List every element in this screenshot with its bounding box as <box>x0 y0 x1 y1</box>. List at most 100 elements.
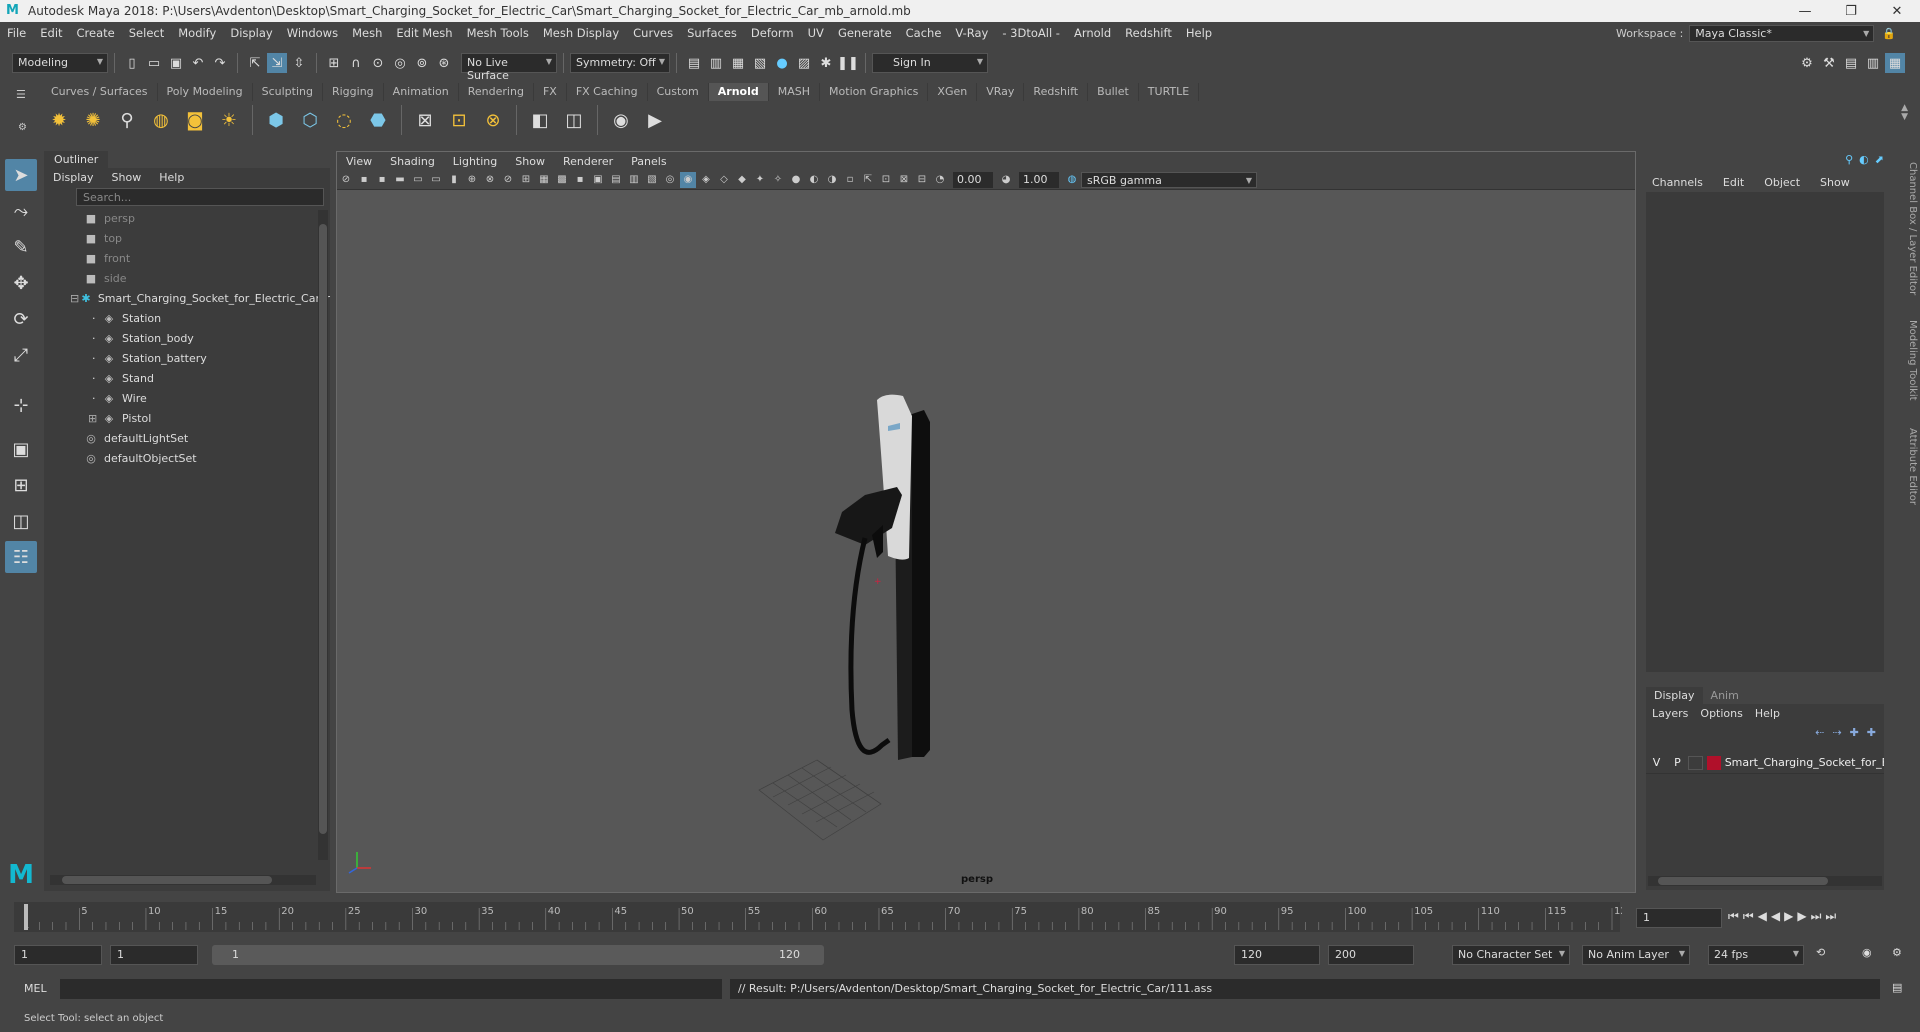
ambient-occlusion-icon[interactable]: ✦ <box>752 172 768 188</box>
lasso-tool-icon[interactable]: ⤳ <box>5 195 37 227</box>
render-flush-icon[interactable]: ⊠ <box>412 107 438 133</box>
rotate-tool-icon[interactable]: ⟳ <box>5 303 37 335</box>
tree-item-persp[interactable]: ■ persp <box>84 208 330 228</box>
colorspace-dropdown[interactable]: sRGB gamma <box>1081 171 1257 188</box>
lights-icon[interactable]: ▥ <box>626 172 642 188</box>
shelf-tab-animation[interactable]: Animation <box>384 83 459 101</box>
live-surface-dropdown[interactable]: No Live Surface <box>461 53 557 82</box>
shelf-tab-rendering[interactable]: Rendering <box>459 83 534 101</box>
shelf-scroll-icon[interactable]: ▲ ▼ <box>1901 104 1908 122</box>
go-to-end-icon[interactable]: ⏭ <box>1825 909 1836 924</box>
menu-file[interactable]: File <box>0 26 33 40</box>
outliner-menu-display[interactable]: Display <box>44 171 103 184</box>
render-view-icon[interactable]: ▤ <box>684 53 704 73</box>
layer-visibility-toggle[interactable]: V <box>1646 756 1667 769</box>
layer-menu-help[interactable]: Help <box>1749 707 1786 720</box>
channel-float-icon[interactable]: ⬈ <box>1875 153 1884 166</box>
clear-cache-icon[interactable]: ⊗ <box>480 107 506 133</box>
curve-collector-icon[interactable]: ◌ <box>331 107 357 133</box>
mesh-light-icon[interactable]: ✺ <box>80 107 106 133</box>
viewport-menu-renderer[interactable]: Renderer <box>554 155 622 168</box>
shelf-tab-custom[interactable]: Custom <box>648 83 709 101</box>
viewport-menu-show[interactable]: Show <box>506 155 554 168</box>
play-forward-icon[interactable]: ▶ <box>1784 909 1793 924</box>
ipr-render-icon[interactable]: ▦ <box>728 53 748 73</box>
area-light-icon[interactable]: ✹ <box>46 107 72 133</box>
outliner-hscrollbar[interactable] <box>50 875 316 885</box>
shelf-tab-redshift[interactable]: Redshift <box>1024 83 1089 101</box>
range-bar[interactable]: 1 120 <box>212 945 824 965</box>
menu-select[interactable]: Select <box>122 26 171 40</box>
menu-cache[interactable]: Cache <box>899 26 949 40</box>
display-layer-row[interactable]: V P Smart_Charging_Socket_for_El <box>1646 752 1884 774</box>
tool-settings-icon[interactable]: ▤ <box>1841 53 1861 73</box>
hypershade-icon[interactable]: ● <box>772 53 792 73</box>
menu-generate[interactable]: Generate <box>831 26 899 40</box>
expand-icon[interactable]: ⊞ <box>88 412 102 425</box>
manip-icon[interactable]: ▫ <box>842 172 858 188</box>
tree-item-stand[interactable]: · ◈ Stand <box>92 368 330 388</box>
wireframe-on-shaded-icon[interactable]: ▣ <box>590 172 606 188</box>
tree-item-top[interactable]: ■ top <box>84 228 330 248</box>
snap-grid-icon[interactable]: ⊞ <box>324 53 344 73</box>
menu-surfaces[interactable]: Surfaces <box>680 26 744 40</box>
scale-tool-icon[interactable]: ⤢ <box>5 339 37 371</box>
step-back-key-icon[interactable]: ⏮ <box>1743 909 1754 924</box>
fps-dropdown[interactable]: 24 fps <box>1708 945 1804 965</box>
symmetry-dropdown[interactable]: Symmetry: Off <box>570 53 670 73</box>
shelf-tab-arnold[interactable]: Arnold <box>708 83 769 101</box>
tree-item-front[interactable]: ■ front <box>84 248 330 268</box>
time-slider[interactable]: 1510152025303540455055606570758085909510… <box>0 900 1920 936</box>
shelf-tab-fx-caching[interactable]: FX Caching <box>567 83 648 101</box>
paint-select-icon[interactable]: ✎ <box>5 231 37 263</box>
shadows-icon[interactable]: ▧ <box>644 172 660 188</box>
exposure-icon[interactable]: ◔ <box>932 172 948 188</box>
channel-list[interactable] <box>1646 192 1884 672</box>
light-portal-icon[interactable]: ◙ <box>182 107 208 133</box>
exposure-field[interactable]: 0.00 <box>953 171 993 188</box>
layer-color-swatch[interactable] <box>1707 755 1721 770</box>
channel-menu-edit[interactable]: Edit <box>1713 176 1754 189</box>
menu-edit-mesh[interactable]: Edit Mesh <box>389 26 459 40</box>
snap-surface-icon[interactable]: ⊚ <box>412 53 432 73</box>
layer-type-toggle[interactable] <box>1687 755 1704 770</box>
gamma-field[interactable]: 1.00 <box>1019 171 1059 188</box>
snap-vertex-icon[interactable]: ⊛ <box>434 53 454 73</box>
new-layer-selected-icon[interactable]: ✚ <box>1867 726 1876 739</box>
viewport-menu-lighting[interactable]: Lighting <box>444 155 506 168</box>
step-forward-frame-icon[interactable]: ▶ <box>1797 909 1806 924</box>
menu-arnold[interactable]: Arnold <box>1067 26 1118 40</box>
snap-curve-icon[interactable]: ∩ <box>346 53 366 73</box>
channel-menu-channels[interactable]: Channels <box>1642 176 1713 189</box>
select-hierarchy-icon[interactable]: ⇱ <box>245 53 265 73</box>
step-back-frame-icon[interactable]: ◀ <box>1758 909 1767 924</box>
shelf-tab-mash[interactable]: MASH <box>769 83 821 101</box>
two-view-icon[interactable]: ◫ <box>5 505 37 537</box>
channel-box-icon[interactable]: ▥ <box>1863 53 1883 73</box>
move-tool-icon[interactable]: ✥ <box>5 267 37 299</box>
menu-redshift[interactable]: Redshift <box>1118 26 1179 40</box>
channel-lock-icon[interactable]: ◐ <box>1859 153 1869 166</box>
viewport-menu-shading[interactable]: Shading <box>381 155 444 168</box>
film-gate-icon[interactable]: ▭ <box>410 172 426 188</box>
rendersetup-icon[interactable]: ▨ <box>794 53 814 73</box>
loop-icon[interactable]: ⟲ <box>1816 946 1825 959</box>
menu-uv[interactable]: UV <box>801 26 831 40</box>
shelf-tab-curves[interactable]: Curves / Surfaces <box>42 83 158 101</box>
menu-3dtoall[interactable]: - 3DtoAll - <box>995 26 1067 40</box>
skydome-light-icon[interactable]: ◍ <box>148 107 174 133</box>
hud-icon[interactable]: ◑ <box>824 172 840 188</box>
layer-hscrollbar[interactable] <box>1648 876 1882 886</box>
shelf-tab-turtle[interactable]: TURTLE <box>1139 83 1200 101</box>
layer-move-down-icon[interactable]: ⇢ <box>1832 726 1841 739</box>
isolate-icon[interactable]: ◎ <box>662 172 678 188</box>
gamma-icon[interactable]: ◕ <box>998 172 1014 188</box>
camera-attr-icon[interactable]: ▪ <box>356 172 372 188</box>
snap-icon[interactable]: ⇱ <box>860 172 876 188</box>
textured-icon[interactable]: ▤ <box>608 172 624 188</box>
image-plane-icon[interactable]: ▬ <box>392 172 408 188</box>
step-forward-key-icon[interactable]: ⏭ <box>1811 909 1822 924</box>
menu-vray[interactable]: V-Ray <box>948 26 995 40</box>
pause-icon[interactable]: ❚❚ <box>837 53 859 73</box>
last-tool-icon[interactable]: ⊹ <box>5 389 37 421</box>
